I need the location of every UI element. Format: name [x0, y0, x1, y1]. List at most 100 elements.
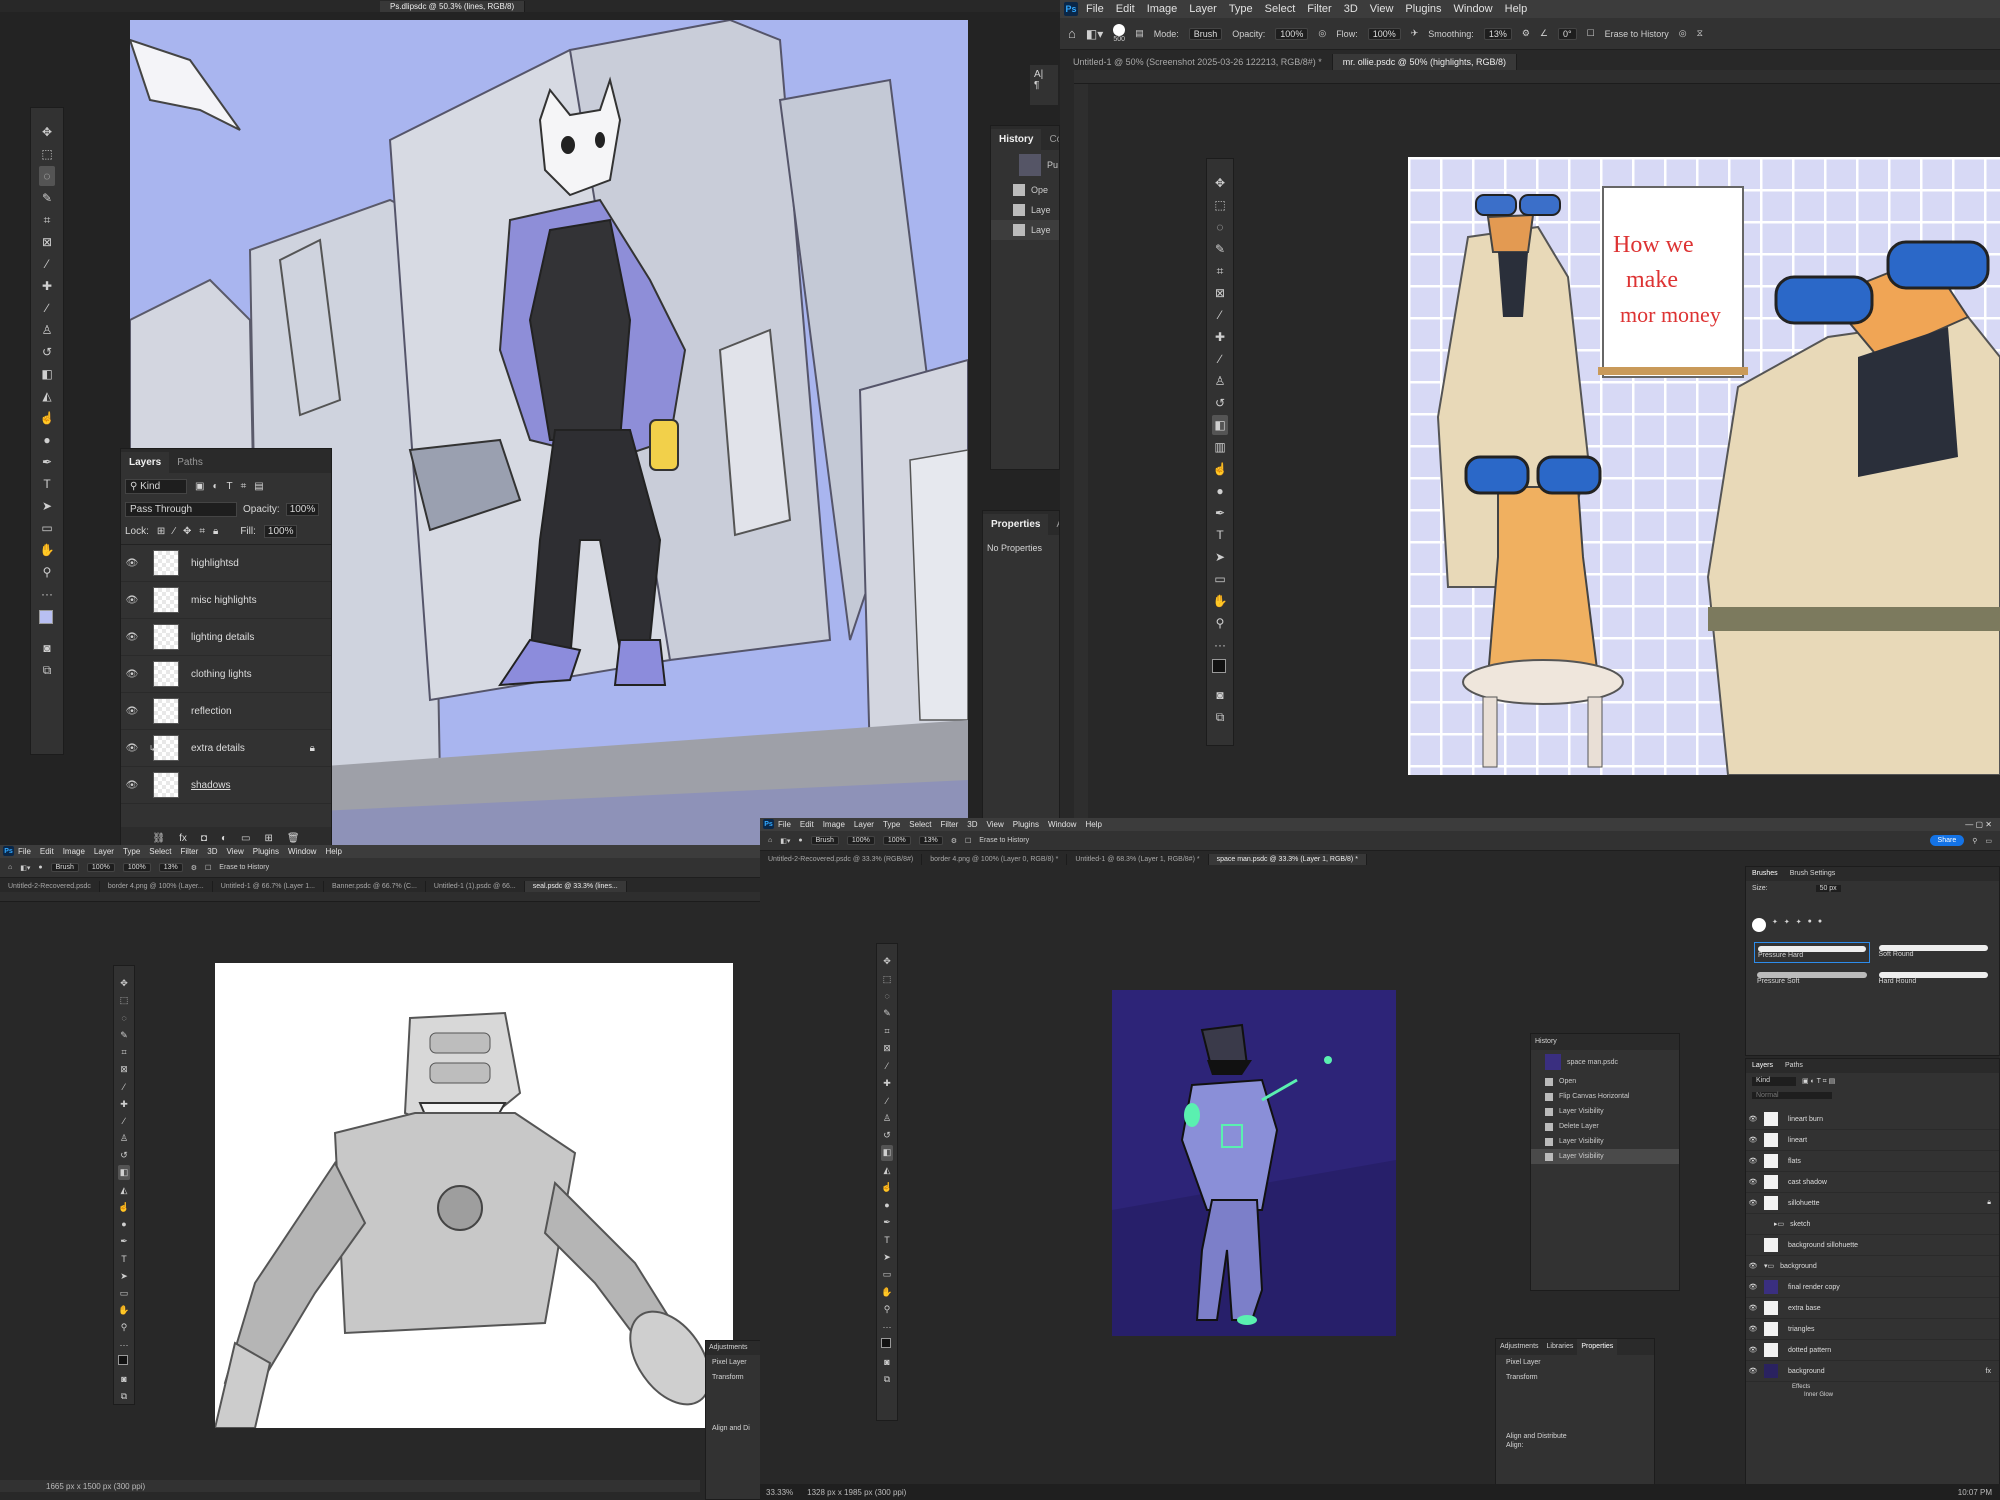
more-tools-icon[interactable]: ···	[881, 1319, 893, 1334]
layer-row[interactable]: 👁︎↳extra details🔒︎	[121, 730, 331, 767]
menu-file[interactable]: File	[18, 847, 31, 856]
opacity-field[interactable]: 100%	[86, 863, 115, 872]
inner-glow-row[interactable]: Inner Glow	[1746, 1390, 1999, 1398]
doc-tab[interactable]: Untitled-1 @ 66.7% (Layer 1...	[213, 881, 324, 892]
brush-panel-icon[interactable]: ▤	[1135, 28, 1144, 39]
doc-tab[interactable]: Untitled-2-Recovered.psdc @ 33.3% (RGB/8…	[760, 854, 923, 865]
brush-tool-icon[interactable]: ∕	[39, 298, 55, 318]
hand-tool-icon[interactable]: ✋	[881, 1284, 893, 1299]
smoothing-field[interactable]: 13%	[158, 863, 183, 872]
dodge-icon[interactable]: ●	[39, 430, 55, 450]
mode-select[interactable]: Brush	[50, 863, 79, 872]
bucket-icon[interactable]: ◭	[39, 386, 55, 406]
doc-tab[interactable]: Ps.dlipsdc @ 50.3% (lines, RGB/8)	[380, 1, 526, 12]
marquee-tool-icon[interactable]: ⬚	[881, 971, 893, 986]
history-snapshot[interactable]: Pu	[991, 150, 1059, 180]
type-tool-icon[interactable]: T	[39, 474, 55, 494]
tab-paths[interactable]: Paths	[169, 452, 211, 473]
opacity-field[interactable]: 100%	[846, 836, 875, 845]
quick-mask-icon[interactable]: ◙	[39, 638, 55, 658]
doc-tab[interactable]: Untitled-2-Recovered.psdc	[0, 881, 100, 892]
quick-mask-icon[interactable]: ◙	[881, 1354, 893, 1369]
dodge-icon[interactable]: ●	[118, 1217, 130, 1232]
layer-row[interactable]: 👁︎ clothing lights	[121, 656, 331, 693]
bucket-icon[interactable]: ◭	[881, 1163, 893, 1178]
brush-preset-icon[interactable]: ●	[1818, 918, 1822, 932]
filter-adjust-icon[interactable]: ◐	[212, 481, 218, 492]
quick-select-icon[interactable]: ✎	[39, 188, 55, 208]
history-tab[interactable]: History	[1531, 1034, 1679, 1050]
healing-brush-icon[interactable]: ✚	[881, 1076, 893, 1091]
color-swatches[interactable]	[118, 1354, 132, 1370]
eraser-icon[interactable]: ◧	[1212, 415, 1228, 435]
layer-row[interactable]: 👁︎ flats	[1746, 1151, 1999, 1172]
foreground-color[interactable]	[118, 1355, 128, 1366]
brush-preset-icon[interactable]: ✦	[1772, 918, 1778, 932]
doc-tab[interactable]: Banner.psdc @ 66.7% (C...	[324, 881, 426, 892]
screen-mode-icon[interactable]: ⧉	[39, 660, 55, 680]
symmetry-icon[interactable]: ⧖	[1697, 28, 1703, 39]
move-tool-icon[interactable]: ✥	[881, 954, 893, 969]
visibility-eye-icon[interactable]: 👁︎	[1746, 1283, 1760, 1291]
angle-icon[interactable]: ∠	[1540, 28, 1548, 39]
stamp-tool-icon[interactable]: ♙	[118, 1131, 130, 1146]
brush-tool-icon[interactable]: ∕	[1212, 349, 1228, 369]
visibility-eye-icon[interactable]: 👁︎	[1746, 1115, 1760, 1123]
menu-help[interactable]: Help	[325, 847, 341, 856]
share-button[interactable]: Share	[1929, 835, 1965, 846]
erase-history-checkbox[interactable]: ☐	[205, 864, 211, 872]
visibility-eye-icon[interactable]: 👁︎	[1746, 1304, 1760, 1312]
more-tools-icon[interactable]: ···	[118, 1337, 130, 1352]
frame-tool-icon[interactable]: ⊠	[1212, 283, 1228, 303]
tab-layers[interactable]: Layers	[1746, 1059, 1779, 1073]
screen-mode-icon[interactable]: ⧉	[1212, 707, 1228, 727]
visibility-eye-icon[interactable]: 👁︎	[121, 669, 143, 680]
visibility-eye-icon[interactable]: 👁︎	[1746, 1136, 1760, 1144]
flow-field[interactable]: 100%	[1367, 27, 1401, 40]
menu-window[interactable]: Window	[1454, 3, 1493, 15]
gear-icon[interactable]: ⚙	[191, 864, 197, 872]
menu-window[interactable]: Window	[288, 847, 316, 856]
menu-help[interactable]: Help	[1505, 3, 1528, 15]
visibility-eye-icon[interactable]: 👁︎	[1746, 1157, 1760, 1165]
marquee-tool-icon[interactable]: ⬚	[118, 993, 130, 1008]
visibility-eye-icon[interactable]: 👁︎	[121, 558, 143, 569]
tab-properties[interactable]: Properties	[1577, 1339, 1618, 1355]
quick-select-icon[interactable]: ✎	[118, 1028, 130, 1043]
eraser-preset-icon[interactable]: ◧▾	[1086, 27, 1103, 41]
effects-row[interactable]: Effects	[1746, 1382, 1999, 1390]
eyedropper-icon[interactable]: ⁄	[1212, 305, 1228, 325]
menu-filter[interactable]: Filter	[1307, 3, 1331, 15]
quick-mask-icon[interactable]: ◙	[118, 1372, 130, 1387]
path-select-icon[interactable]: ➤	[118, 1268, 130, 1283]
history-row[interactable]: Open	[1531, 1074, 1679, 1089]
fill-field[interactable]: 100%	[263, 525, 298, 538]
align-section[interactable]: Align and Distribute	[1496, 1385, 1654, 1440]
tab-history[interactable]: History	[991, 129, 1042, 150]
rectangle-tool-icon[interactable]: ▭	[1212, 569, 1228, 589]
fx-icon[interactable]: fx	[179, 833, 187, 844]
lasso-tool-icon[interactable]: ◌	[118, 1010, 130, 1025]
workspace-icon[interactable]: ▭	[1985, 837, 1992, 845]
canvas-space-man[interactable]	[1112, 990, 1396, 1336]
menu-view[interactable]: View	[227, 847, 244, 856]
marquee-tool-icon[interactable]: ⬚	[1212, 195, 1228, 215]
visibility-eye-icon[interactable]: 👁︎	[1746, 1367, 1760, 1375]
brush-pressure-soft[interactable]: Pressure Soft	[1754, 969, 1870, 988]
history-brush-icon[interactable]: ↺	[881, 1128, 893, 1143]
visibility-eye-icon[interactable]: 👁︎	[1746, 1178, 1760, 1186]
foreground-color[interactable]	[39, 610, 53, 624]
zoom-tool-icon[interactable]: ⚲	[1212, 613, 1228, 633]
move-tool-icon[interactable]: ✥	[1212, 173, 1228, 193]
healing-brush-icon[interactable]: ✚	[118, 1096, 130, 1111]
visibility-eye-icon[interactable]: 👁︎	[121, 743, 143, 754]
frame-tool-icon[interactable]: ⊠	[118, 1062, 130, 1077]
smoothing-field[interactable]: 13%	[1483, 27, 1512, 40]
mode-select[interactable]: Brush	[810, 836, 839, 845]
menu-layer[interactable]: Layer	[94, 847, 114, 856]
screen-mode-icon[interactable]: ⧉	[881, 1371, 893, 1386]
filter-type-icon[interactable]: T	[227, 481, 233, 492]
brush-tool-icon[interactable]: ∕	[118, 1114, 130, 1129]
erase-history-checkbox[interactable]: ☐	[965, 837, 971, 845]
visibility-eye-icon[interactable]: 👁︎	[121, 706, 143, 717]
